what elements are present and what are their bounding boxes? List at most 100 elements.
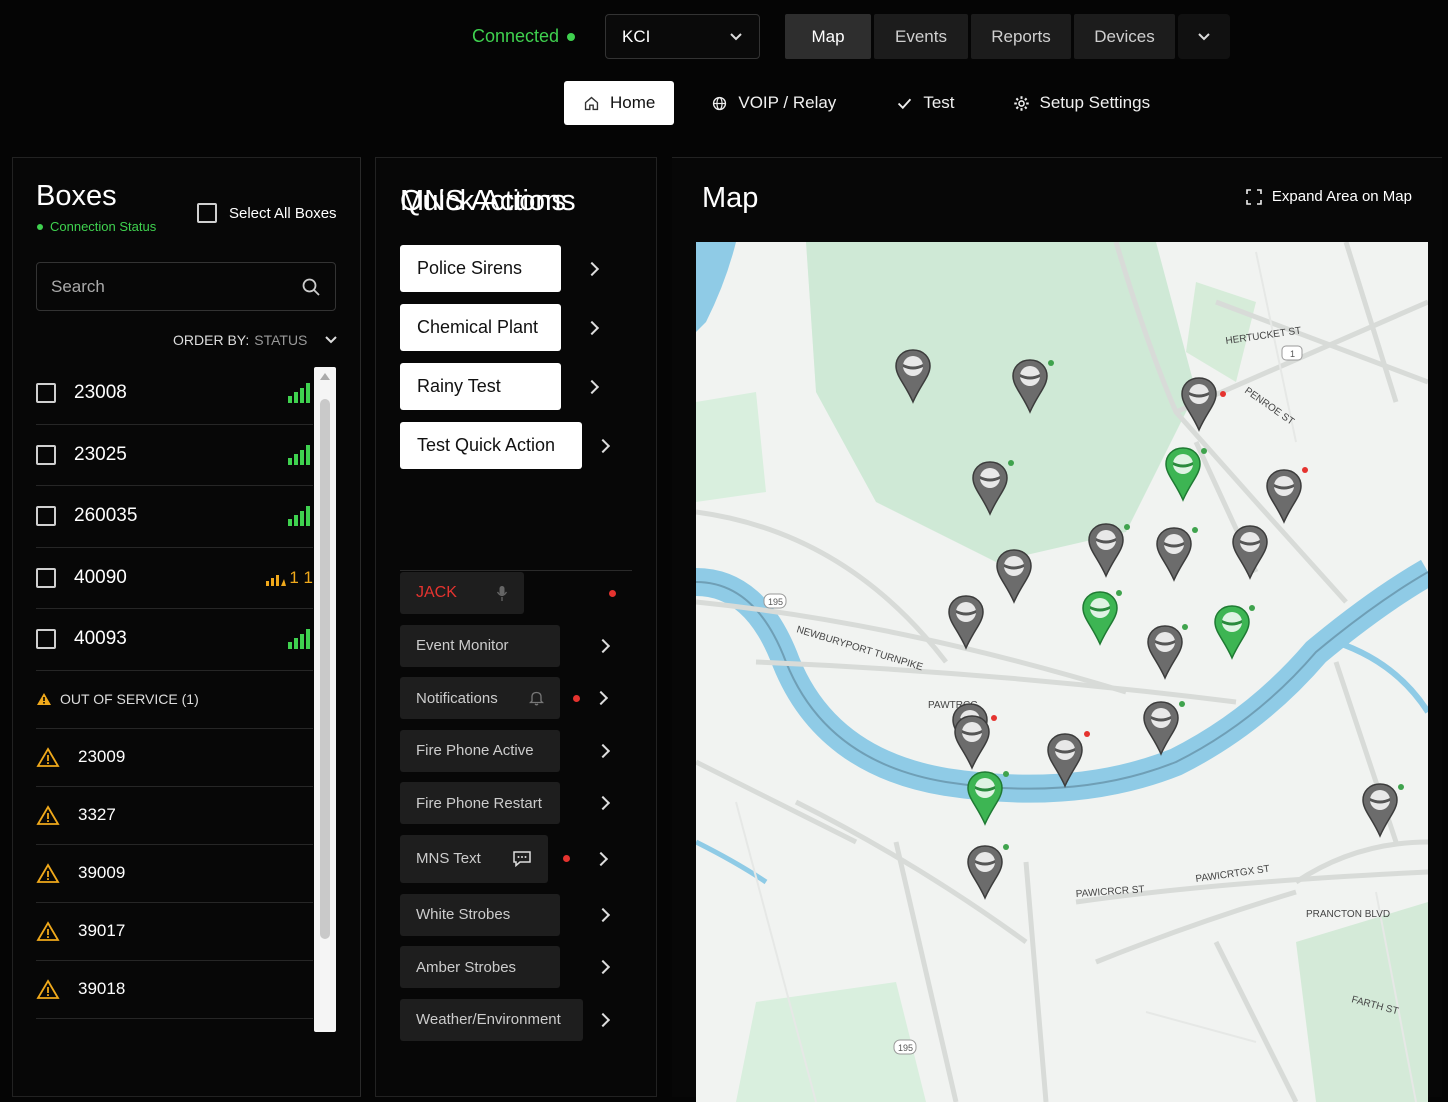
mns-action-item[interactable]: Fire Phone Restart bbox=[400, 782, 640, 825]
sub-nav: Home VOIP / Relay Test Setup Settings bbox=[564, 81, 1169, 125]
mns-action-item[interactable]: MNS Text bbox=[400, 834, 640, 883]
row-checkbox[interactable] bbox=[36, 383, 56, 404]
mns-action-label: Event Monitor bbox=[416, 637, 509, 655]
mns-action-button[interactable]: Fire Phone Active bbox=[400, 729, 560, 772]
scroll-up-icon[interactable] bbox=[320, 373, 330, 380]
subnav-test[interactable]: Test bbox=[877, 81, 973, 125]
quick-action-item[interactable]: Chemical Plant bbox=[400, 304, 608, 351]
map-canvas[interactable]: HERTUCKET ST PENROE ST NEWBURYPORT TURNP… bbox=[696, 242, 1428, 1102]
quick-action-button[interactable]: Rainy Test bbox=[400, 363, 561, 410]
chevron-right-icon[interactable] bbox=[595, 1012, 611, 1027]
order-by-label: ORDER BY: bbox=[173, 332, 250, 348]
chevron-right-icon[interactable] bbox=[593, 851, 609, 867]
list-item[interactable]: 40093 bbox=[36, 609, 313, 671]
chevron-right-icon[interactable] bbox=[584, 261, 600, 276]
mns-action-button[interactable]: Fire Phone Restart bbox=[400, 782, 560, 825]
row-checkbox[interactable] bbox=[36, 629, 56, 650]
chevron-right-icon[interactable] bbox=[595, 796, 611, 811]
mns-action-button[interactable]: Event Monitor bbox=[400, 624, 560, 667]
chevron-right-icon[interactable] bbox=[595, 438, 611, 453]
quick-actions-list: Police Sirens Chemical Plant Rainy Test … bbox=[400, 245, 611, 481]
main-nav-tabs: Map Events Reports Devices bbox=[785, 14, 1175, 59]
expand-icon bbox=[1246, 188, 1262, 205]
mns-action-item[interactable]: JACK bbox=[400, 572, 640, 614]
mns-action-item[interactable]: Notifications bbox=[400, 677, 640, 720]
mns-action-item[interactable]: Fire Phone Active bbox=[400, 729, 640, 772]
box-id: 40090 bbox=[74, 566, 127, 588]
row-checkbox[interactable] bbox=[36, 567, 56, 588]
warning-icon bbox=[36, 746, 60, 767]
connection-status: Connection Status bbox=[37, 219, 156, 234]
subnav-setup[interactable]: Setup Settings bbox=[994, 81, 1170, 125]
mns-action-button[interactable]: JACK bbox=[400, 572, 524, 614]
search-icon[interactable] bbox=[301, 277, 321, 297]
list-item[interactable]: 39017 bbox=[36, 903, 313, 961]
signal-bars-icon bbox=[288, 629, 310, 650]
mns-action-item[interactable]: Amber Strobes bbox=[400, 946, 640, 989]
mns-action-item[interactable]: Weather/Environment bbox=[400, 998, 640, 1041]
quick-action-item[interactable]: Test Quick Action bbox=[400, 422, 611, 469]
tab-reports[interactable]: Reports bbox=[971, 14, 1071, 59]
signal-warning-icon bbox=[266, 574, 287, 586]
box-list-scrollbar[interactable] bbox=[314, 367, 336, 1032]
select-all-boxes[interactable]: Select All Boxes bbox=[197, 203, 337, 223]
list-item[interactable]: 23008 bbox=[36, 363, 313, 425]
quick-action-item[interactable]: Rainy Test bbox=[400, 363, 608, 410]
list-item[interactable]: 39018 bbox=[36, 961, 313, 1019]
scrollbar-thumb[interactable] bbox=[320, 399, 330, 939]
mns-action-button[interactable]: Weather/Environment bbox=[400, 998, 583, 1041]
order-by-select[interactable]: ORDER BY: STATUS bbox=[173, 332, 338, 348]
list-item[interactable]: 3327 bbox=[36, 787, 313, 845]
alert-dot-icon bbox=[563, 855, 570, 863]
chevron-right-icon[interactable] bbox=[584, 379, 600, 394]
list-item[interactable]: 23025 bbox=[36, 425, 313, 486]
quick-action-button[interactable]: Test Quick Action bbox=[400, 422, 582, 469]
subnav-setup-label: Setup Settings bbox=[1039, 93, 1151, 112]
quick-action-label: Test Quick Action bbox=[417, 435, 556, 455]
nav-more-button[interactable] bbox=[1178, 14, 1230, 59]
expand-map-button[interactable]: Expand Area on Map bbox=[1246, 188, 1412, 205]
map-title: Map bbox=[702, 182, 759, 214]
warning-icon bbox=[37, 693, 51, 705]
quick-action-button[interactable]: Police Sirens bbox=[400, 245, 561, 292]
chevron-down-icon bbox=[1198, 32, 1210, 40]
tab-events-label: Events bbox=[895, 26, 947, 46]
mns-action-button[interactable]: MNS Text bbox=[400, 834, 548, 883]
chevron-right-icon[interactable] bbox=[595, 638, 611, 653]
quick-action-button[interactable]: Chemical Plant bbox=[400, 304, 561, 351]
subnav-voip-label: VOIP / Relay bbox=[738, 93, 837, 112]
list-item[interactable]: 39009 bbox=[36, 845, 313, 903]
list-item[interactable]: 260035 bbox=[36, 486, 313, 548]
mns-action-button[interactable]: Amber Strobes bbox=[400, 946, 560, 989]
mns-action-button[interactable]: White Strobes bbox=[400, 893, 560, 936]
list-item[interactable]: 40090 1 1 bbox=[36, 548, 313, 609]
warning-icon bbox=[36, 862, 60, 883]
search-input[interactable]: Search bbox=[36, 262, 336, 311]
subnav-voip[interactable]: VOIP / Relay bbox=[692, 81, 855, 125]
quick-action-item[interactable]: Police Sirens bbox=[400, 245, 608, 292]
mns-action-label: Fire Phone Restart bbox=[416, 794, 542, 812]
box-id: 23009 bbox=[78, 747, 126, 766]
street-label: PRANCTON BLVD bbox=[1306, 909, 1390, 920]
row-checkbox[interactable] bbox=[36, 506, 56, 527]
select-all-checkbox[interactable] bbox=[197, 203, 217, 223]
chevron-right-icon[interactable] bbox=[595, 960, 611, 975]
tab-map[interactable]: Map bbox=[785, 14, 871, 59]
subnav-home[interactable]: Home bbox=[564, 81, 675, 125]
chevron-right-icon[interactable] bbox=[584, 320, 600, 335]
mns-action-button[interactable]: Notifications bbox=[400, 677, 560, 720]
list-item[interactable]: 23009 bbox=[36, 729, 313, 787]
mns-action-item[interactable]: Event Monitor bbox=[400, 624, 640, 667]
tab-devices[interactable]: Devices bbox=[1074, 14, 1175, 59]
warning-count: 1 1 bbox=[289, 567, 313, 587]
mns-action-item[interactable]: White Strobes bbox=[400, 893, 640, 936]
chevron-right-icon[interactable] bbox=[593, 691, 609, 706]
warning-icon bbox=[36, 978, 60, 999]
tab-events[interactable]: Events bbox=[874, 14, 968, 59]
chevron-right-icon[interactable] bbox=[595, 743, 611, 758]
quick-action-label: Police Sirens bbox=[417, 258, 523, 278]
site-select[interactable]: KCI bbox=[605, 14, 760, 59]
chevron-right-icon[interactable] bbox=[595, 907, 611, 922]
row-checkbox[interactable] bbox=[36, 444, 56, 465]
mns-action-label: Amber Strobes bbox=[416, 958, 517, 976]
